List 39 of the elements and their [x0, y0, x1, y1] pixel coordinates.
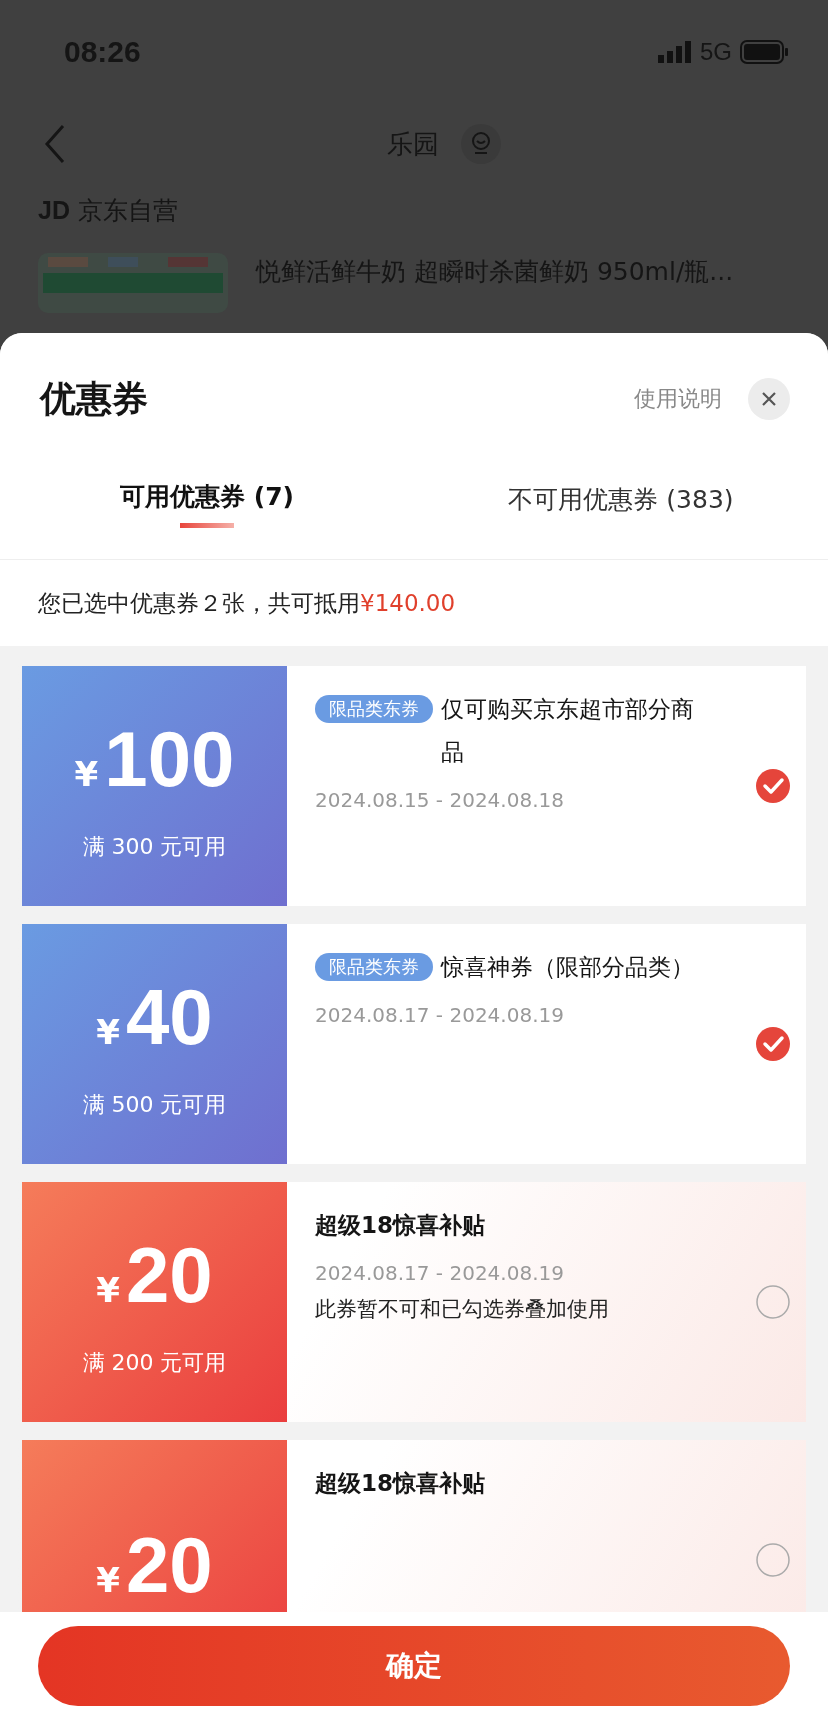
coupon-tag: 限品类东券	[315, 695, 433, 723]
currency-symbol: ¥	[96, 1270, 120, 1310]
currency-symbol: ¥	[74, 754, 99, 794]
coupon-dates: 2024.08.17 - 2024.08.19	[315, 1003, 565, 1027]
signal-icon	[658, 41, 692, 63]
location-icon[interactable]	[461, 124, 501, 164]
coupon-amount: 20	[125, 1526, 213, 1604]
radio-icon[interactable]	[756, 1543, 790, 1577]
battery-icon	[740, 40, 788, 64]
currency-symbol: ¥	[96, 1012, 120, 1052]
radio-icon[interactable]	[756, 1285, 790, 1319]
coupon-dates: 2024.08.17 - 2024.08.19	[315, 1261, 565, 1285]
close-icon	[761, 391, 777, 407]
coupon-title: 惊喜神券（限部分品类）	[441, 953, 695, 982]
coupon-title: 超级18惊喜补贴	[315, 1469, 486, 1498]
coupon-card[interactable]: ¥20 超级18惊喜补贴	[22, 1440, 806, 1612]
sheet-title: 优惠券	[40, 376, 148, 421]
coupon-amount: 100	[104, 720, 235, 798]
coupon-amount: 20	[125, 1236, 213, 1314]
coupon-title: 超级18惊喜补贴	[315, 1211, 486, 1240]
checked-radio-icon[interactable]	[756, 1027, 790, 1061]
coupon-condition: 满 200 元可用	[82, 1349, 227, 1377]
coupon-amount: 40	[125, 978, 213, 1056]
coupon-card[interactable]: ¥40 满 500 元可用 限品类东券 惊喜神券（限部分品类） 2024.08.17 - 2024.08.19	[22, 924, 806, 1164]
coupon-condition: 满 500 元可用	[82, 1091, 227, 1119]
coupon-tag: 限品类东券	[315, 953, 433, 981]
coupon-dates: 2024.08.15 - 2024.08.18	[315, 788, 565, 812]
confirm-button[interactable]: 确定	[38, 1626, 790, 1706]
coupon-condition: 满 300 元可用	[82, 833, 227, 861]
coupon-card[interactable]: ¥20 满 200 元可用 超级18惊喜补贴 2024.08.17 - 2024.08.19 此券暂不可和已勾选券叠加使用	[22, 1182, 806, 1422]
coupon-note: 此券暂不可和已勾选券叠加使用	[315, 1296, 610, 1323]
coupon-title: 仅可购买京东超市部分商品	[441, 695, 695, 767]
checked-radio-icon[interactable]	[756, 769, 790, 803]
currency-symbol: ¥	[96, 1560, 120, 1600]
close-button[interactable]	[748, 378, 790, 420]
help-link[interactable]: 使用说明	[634, 384, 722, 414]
selection-summary: 您已选中优惠券２张，共可抵用¥140.00	[38, 588, 456, 618]
coupon-card[interactable]: ¥100 满 300 元可用 限品类东券 仅可购买京东超市部分商品 2024.08.15 - 2024.08.18	[22, 666, 806, 906]
back-icon[interactable]	[44, 124, 66, 164]
